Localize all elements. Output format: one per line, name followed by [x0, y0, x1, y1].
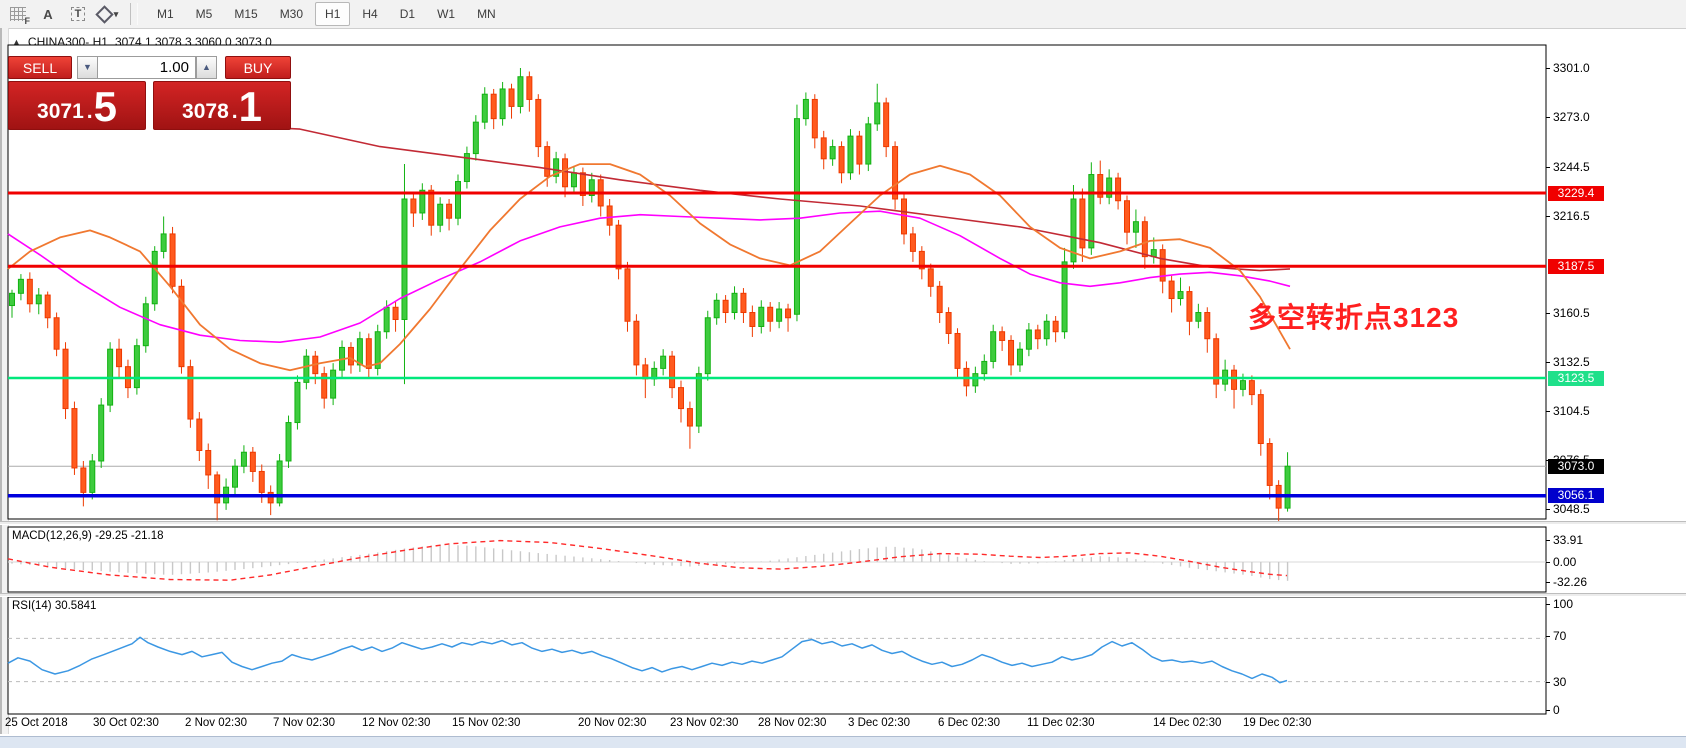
- time-axis-label: 25 Oct 2018: [5, 717, 68, 729]
- rsi-tick-label: 100: [1553, 597, 1573, 611]
- price-level-badge: 3073.0: [1548, 459, 1604, 474]
- rsi-panel: [8, 597, 1546, 714]
- panel-splitter[interactable]: [0, 593, 1686, 597]
- price-tick-label: 3273.0: [1553, 110, 1590, 124]
- time-axis-label: 20 Nov 02:30: [578, 717, 646, 729]
- time-axis-label: 6 Dec 02:30: [938, 717, 1000, 729]
- time-axis-label: 23 Nov 02:30: [670, 717, 738, 729]
- axis-tick-mark: [1546, 636, 1550, 637]
- macd-panel: [8, 527, 1546, 592]
- price-level-badge: 3187.5: [1548, 259, 1604, 274]
- macd-tick-label: -32.26: [1553, 575, 1587, 589]
- sell-price-dot: .: [87, 97, 93, 127]
- buy-price-display[interactable]: 3078 . 1: [153, 81, 291, 130]
- volume-input[interactable]: [97, 56, 196, 79]
- time-axis-label: 19 Dec 02:30: [1243, 717, 1311, 729]
- sell-price-int: 3071: [37, 97, 84, 127]
- time-axis-label: 12 Nov 02:30: [362, 717, 430, 729]
- axis-tick-mark: [1546, 682, 1550, 683]
- time-axis-label: 14 Dec 02:30: [1153, 717, 1221, 729]
- buy-price-int: 3078: [182, 97, 229, 127]
- rsi-tick-label: 70: [1553, 629, 1566, 643]
- volume-increase-button[interactable]: ▲: [196, 56, 217, 79]
- axis-tick-mark: [1546, 411, 1550, 412]
- sell-price-display[interactable]: 3071 . 5: [8, 81, 146, 130]
- axis-tick-mark: [1546, 562, 1550, 563]
- price-level-badge: 3123.5: [1548, 371, 1604, 386]
- time-axis-label: 30 Oct 02:30: [93, 717, 159, 729]
- axis-tick-mark: [1546, 362, 1550, 363]
- price-tick-label: 3104.5: [1553, 404, 1590, 418]
- buy-price-decimal: 1: [239, 87, 262, 127]
- one-click-trade-panel: SELL ▼ ▲ BUY 3071 . 5 3078 . 1: [8, 53, 291, 130]
- axis-tick-mark: [1546, 313, 1550, 314]
- time-axis-label: 2 Nov 02:30: [185, 717, 247, 729]
- macd-label: MACD(12,26,9) -29.25 -21.18: [12, 530, 164, 542]
- time-axis-label: 3 Dec 02:30: [848, 717, 910, 729]
- price-level-badge: 3229.4: [1548, 186, 1604, 201]
- axis-tick-mark: [1546, 216, 1550, 217]
- macd-tick-label: 33.91: [1553, 533, 1583, 547]
- time-axis-label: 15 Nov 02:30: [452, 717, 520, 729]
- axis-tick-mark: [1546, 68, 1550, 69]
- buy-price-dot: .: [232, 97, 238, 127]
- price-tick-label: 3132.5: [1553, 355, 1590, 369]
- axis-tick-mark: [1546, 540, 1550, 541]
- price-tick-label: 3048.5: [1553, 502, 1590, 516]
- time-axis-label: 28 Nov 02:30: [758, 717, 826, 729]
- price-level-badge: 3056.1: [1548, 488, 1604, 503]
- time-axis-label: 7 Nov 02:30: [273, 717, 335, 729]
- axis-tick-mark: [1546, 117, 1550, 118]
- axis-tick-mark: [1546, 582, 1550, 583]
- volume-decrease-button[interactable]: ▼: [77, 56, 98, 79]
- axis-tick-mark: [1546, 167, 1550, 168]
- price-tick-label: 3216.5: [1553, 209, 1590, 223]
- rsi-tick-label: 0: [1553, 703, 1560, 717]
- axis-tick-mark: [1546, 710, 1550, 711]
- window-bottom-strip: [0, 736, 1686, 748]
- price-tick-label: 3160.5: [1553, 306, 1590, 320]
- price-tick-label: 3244.5: [1553, 160, 1590, 174]
- panel-splitter[interactable]: [0, 521, 1686, 525]
- chart-text-annotation: 多空转折点3123: [1248, 296, 1459, 336]
- rsi-tick-label: 30: [1553, 675, 1566, 689]
- trading-platform-window: F A T ▾ M1M5M15M30H1H4D1W1MN ▲ CHINA300-…: [0, 0, 1686, 748]
- time-axis-label: 11 Dec 02:30: [1027, 717, 1095, 729]
- price-tick-label: 3301.0: [1553, 61, 1590, 75]
- rsi-label: RSI(14) 30.5841: [12, 600, 96, 612]
- axis-tick-mark: [1546, 604, 1550, 605]
- axis-tick-mark: [1546, 509, 1550, 510]
- macd-tick-label: 0.00: [1553, 555, 1576, 569]
- buy-button[interactable]: BUY: [225, 56, 291, 79]
- sell-button[interactable]: SELL: [8, 56, 72, 79]
- sell-price-decimal: 5: [94, 87, 117, 127]
